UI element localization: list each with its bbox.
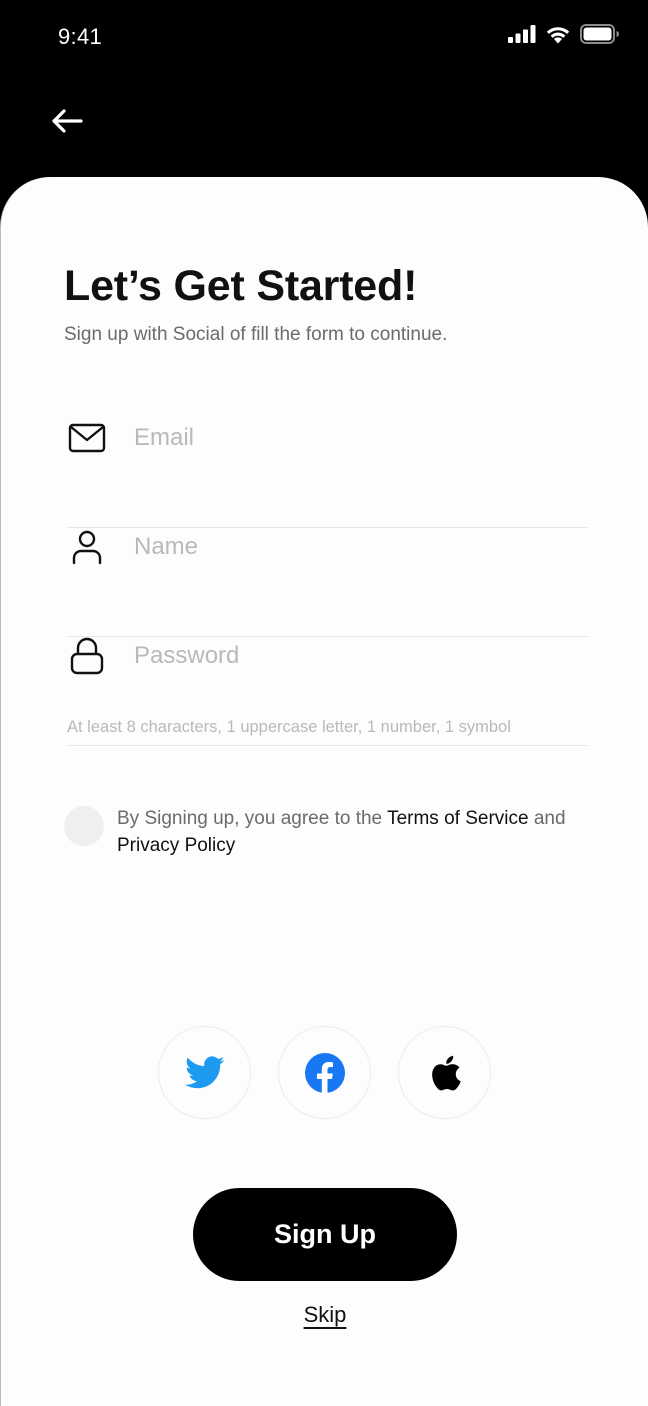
wifi-icon bbox=[546, 26, 570, 43]
mail-icon bbox=[68, 423, 106, 453]
email-input[interactable] bbox=[134, 418, 574, 458]
facebook-icon bbox=[304, 1052, 345, 1093]
terms-text-middle: and bbox=[528, 808, 566, 829]
password-field-icon-wrap bbox=[67, 636, 107, 676]
skip-row: Skip bbox=[1, 1302, 648, 1328]
back-button[interactable] bbox=[46, 100, 88, 142]
twitter-login-button[interactable] bbox=[158, 1026, 251, 1119]
email-field bbox=[67, 418, 588, 528]
apple-login-button[interactable] bbox=[398, 1026, 491, 1119]
cellular-signal-icon bbox=[508, 25, 536, 43]
status-bar: 9:41 bbox=[0, 0, 648, 80]
apple-icon bbox=[431, 1055, 461, 1090]
terms-text-before: By Signing up, you agree to the bbox=[117, 808, 388, 829]
facebook-login-button[interactable] bbox=[278, 1026, 371, 1119]
signup-sheet: Let’s Get Started! Sign up with Social o… bbox=[0, 177, 648, 1406]
privacy-policy-link[interactable]: Privacy Policy bbox=[117, 835, 235, 856]
name-field bbox=[67, 527, 588, 637]
status-icons bbox=[508, 24, 620, 44]
password-input[interactable] bbox=[134, 636, 574, 676]
sign-up-button[interactable]: Sign Up bbox=[193, 1188, 457, 1281]
page-subtitle: Sign up with Social of fill the form to … bbox=[64, 324, 448, 345]
password-hint: At least 8 characters, 1 uppercase lette… bbox=[67, 718, 511, 736]
lock-icon bbox=[70, 637, 104, 675]
terms-checkbox[interactable] bbox=[64, 806, 104, 846]
battery-icon bbox=[580, 24, 619, 44]
terms-of-service-link[interactable]: Terms of Service bbox=[387, 808, 528, 829]
name-field-icon-wrap bbox=[67, 527, 107, 567]
name-input[interactable] bbox=[134, 527, 574, 567]
status-time: 9:41 bbox=[58, 24, 103, 49]
page-title: Let’s Get Started! bbox=[64, 262, 418, 310]
twitter-icon bbox=[184, 1055, 224, 1088]
arrow-left-icon bbox=[52, 109, 83, 133]
email-field-icon-wrap bbox=[67, 418, 107, 458]
user-icon bbox=[72, 530, 102, 565]
skip-link[interactable]: Skip bbox=[304, 1302, 347, 1327]
terms-text: By Signing up, you agree to the Terms of… bbox=[117, 805, 597, 859]
social-login-group bbox=[158, 1026, 491, 1119]
